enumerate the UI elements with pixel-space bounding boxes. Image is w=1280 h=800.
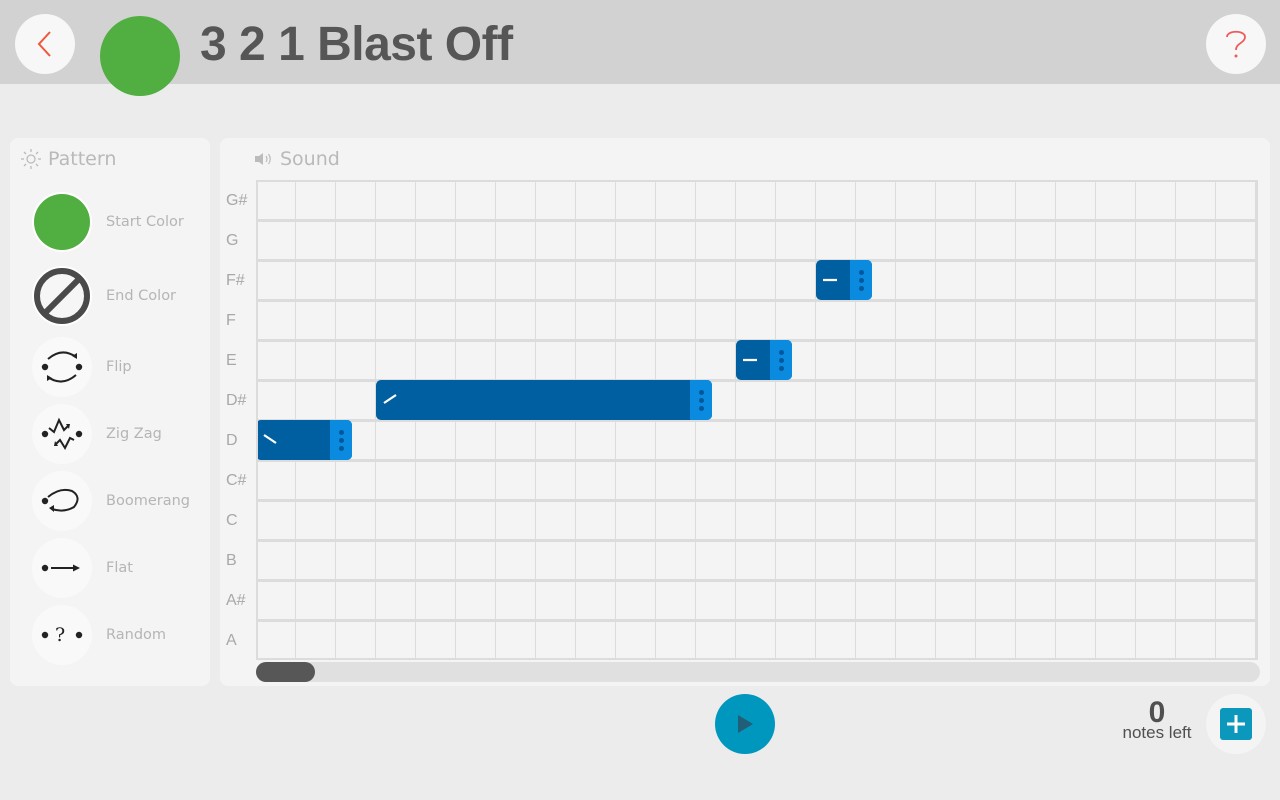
grid-row-line: [258, 579, 1256, 582]
plus-icon: [1227, 715, 1245, 733]
note-resize-handle[interactable]: [770, 340, 792, 380]
pattern-item-label: Flat: [106, 560, 133, 576]
pattern-item-flip[interactable]: Flip: [32, 337, 202, 397]
boomerang-icon: [41, 488, 79, 512]
notes-left-label: notes left: [1122, 723, 1192, 742]
back-button[interactable]: [15, 14, 75, 74]
flat-button-circle: [32, 538, 92, 598]
pattern-item-label: Boomerang: [106, 493, 190, 509]
pattern-item-label: Random: [106, 627, 167, 643]
play-button[interactable]: [715, 694, 775, 754]
flat-icon: [823, 278, 837, 282]
slope-up-icon: [383, 394, 397, 404]
grid-row-line: [258, 259, 1256, 262]
chevron-left-icon: [37, 31, 51, 57]
zigzag-button-circle: [32, 404, 92, 464]
note-grid[interactable]: [256, 180, 1258, 660]
pattern-color-dot: [100, 16, 180, 96]
zigzag-icon: [41, 417, 83, 451]
sound-heading-label: Sound: [280, 148, 340, 170]
slope-down-icon: [263, 434, 277, 444]
sound-heading: Sound: [254, 148, 340, 170]
note-label: D#: [226, 392, 247, 409]
svg-text:?: ?: [55, 624, 65, 646]
header-bar: 3 2 1 Blast Off: [0, 0, 1280, 96]
pattern-heading: Pattern: [20, 148, 116, 170]
pattern-item-label: Flip: [106, 359, 132, 375]
page-title: 3 2 1 Blast Off: [200, 18, 513, 71]
flat-arrow-icon: [41, 564, 80, 572]
note-block-dsharp[interactable]: [376, 380, 712, 420]
grid-row-line: [258, 499, 1256, 502]
sun-icon: [21, 149, 41, 169]
scrollbar-thumb[interactable]: [256, 662, 315, 682]
flip-icon: [41, 351, 83, 383]
pattern-item-label: Zig Zag: [106, 426, 162, 442]
note-label: C#: [226, 472, 247, 489]
pattern-item-label: Start Color: [106, 214, 184, 230]
note-label: G: [226, 232, 239, 249]
question-mark-icon: [1226, 30, 1246, 58]
note-label: C: [226, 512, 238, 529]
end-color-swatch: [32, 266, 92, 326]
note-resize-handle[interactable]: [690, 380, 712, 420]
grid-row-line: [258, 539, 1256, 542]
start-color-swatch: [32, 192, 92, 252]
color-swatch-icon: [34, 194, 90, 250]
note-resize-handle[interactable]: [850, 260, 872, 300]
help-button[interactable]: [1206, 14, 1266, 74]
note-resize-handle[interactable]: [330, 420, 352, 460]
note-label: B: [226, 552, 237, 569]
grid-row-line: [258, 219, 1256, 222]
pattern-item-boomerang[interactable]: Boomerang: [32, 471, 202, 531]
no-color-icon: [34, 268, 90, 324]
grid-row-line: [258, 459, 1256, 462]
note-label: G#: [226, 192, 248, 209]
pattern-item-start-color[interactable]: Start Color: [32, 192, 202, 252]
grid-row-line: [258, 619, 1256, 622]
pattern-item-label: End Color: [106, 288, 177, 304]
note-block-fsharp[interactable]: [816, 260, 872, 300]
grid-row-line: [258, 299, 1256, 302]
note-block-d[interactable]: [258, 420, 352, 460]
note-label: A: [226, 632, 237, 649]
pattern-panel: Pattern Start Color End Color Flip Zig Z…: [10, 138, 210, 686]
add-note-square: [1220, 708, 1252, 740]
add-note-button[interactable]: [1206, 694, 1266, 754]
pattern-item-end-color[interactable]: End Color: [32, 266, 202, 326]
note-block-e[interactable]: [736, 340, 792, 380]
speaker-icon: [255, 153, 271, 165]
pattern-heading-label: Pattern: [48, 148, 117, 170]
pattern-item-random[interactable]: ? Random: [32, 605, 202, 665]
horizontal-scrollbar[interactable]: [256, 662, 1260, 682]
boomerang-button-circle: [32, 471, 92, 531]
play-icon: [738, 715, 753, 733]
random-button-circle: ?: [32, 605, 92, 665]
note-label: A#: [226, 592, 246, 609]
pattern-item-flat[interactable]: Flat: [32, 538, 202, 598]
pattern-item-zigzag[interactable]: Zig Zag: [32, 404, 202, 464]
note-label: F: [226, 312, 236, 329]
note-label: F#: [226, 272, 245, 289]
random-icon: ?: [41, 624, 83, 646]
flip-button-circle: [32, 337, 92, 397]
flat-icon: [743, 358, 757, 362]
notes-left-counter: 0 notes left: [1110, 698, 1204, 742]
note-label: D: [226, 432, 238, 449]
note-label: E: [226, 352, 237, 369]
